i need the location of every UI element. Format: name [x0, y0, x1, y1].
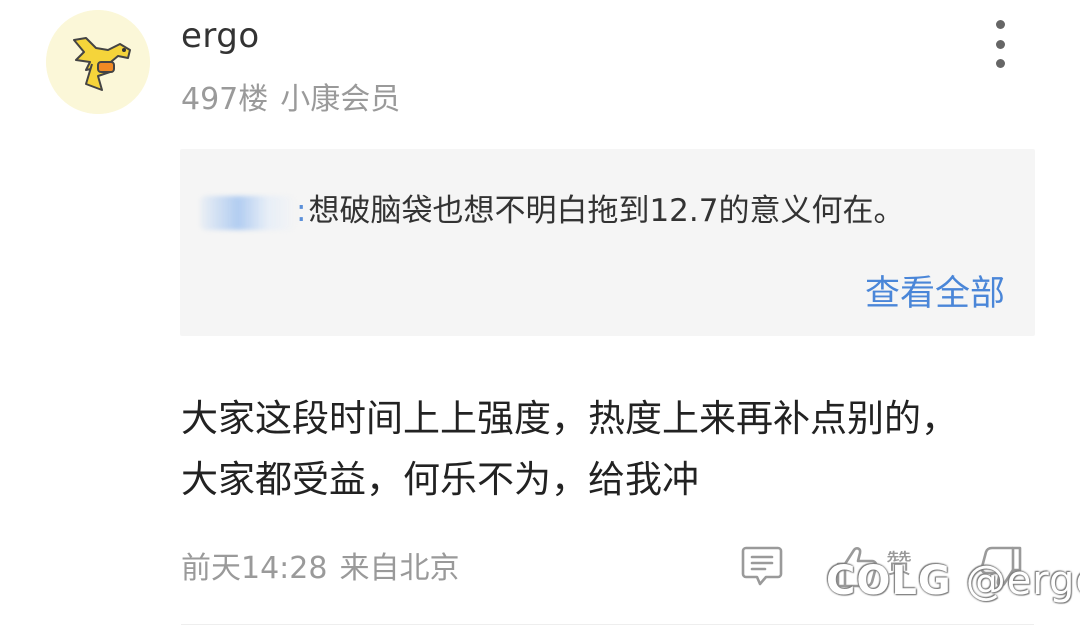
quoted-reply[interactable]: :想破脑袋也想不明白拖到12.7的意义何在。 查看全部: [180, 149, 1035, 336]
content-line: 大家这段时间上上强度，热度上来再补点别的，: [181, 397, 958, 440]
post-content: 大家这段时间上上强度，热度上来再补点别的， 大家都受益，何乐不为，给我冲: [181, 388, 1041, 510]
avatar-mascot-icon: [46, 10, 150, 114]
post-footer-meta: 前天14:28 来自北京: [181, 543, 459, 587]
watermark: COLG @ergo: [826, 558, 1080, 608]
post-location: 来自北京: [339, 551, 460, 586]
watermark-handle: @ergo: [965, 558, 1080, 604]
divider: [181, 624, 1034, 625]
username[interactable]: ergo: [181, 16, 260, 56]
quote-author-redacted[interactable]: :: [200, 193, 308, 230]
view-all-link[interactable]: 查看全部: [865, 265, 1005, 316]
avatar[interactable]: [46, 10, 150, 114]
post-time: 前天14:28: [181, 551, 328, 586]
member-level: 小康会员: [280, 82, 401, 117]
quote-text: 想破脑袋也想不明白拖到12.7的意义何在。: [308, 193, 905, 229]
more-options-button[interactable]: [984, 20, 1016, 68]
content-line: 大家都受益，何乐不为，给我冲: [181, 458, 699, 501]
watermark-brand: COLG: [826, 558, 952, 604]
comment-icon[interactable]: [741, 544, 783, 588]
quote-line: :想破脑袋也想不明白拖到12.7的意义何在。: [200, 185, 904, 230]
floor-number: 497楼: [181, 82, 269, 117]
more-vertical-icon: [995, 20, 1005, 29]
user-meta: 497楼 小康会员: [181, 74, 400, 118]
